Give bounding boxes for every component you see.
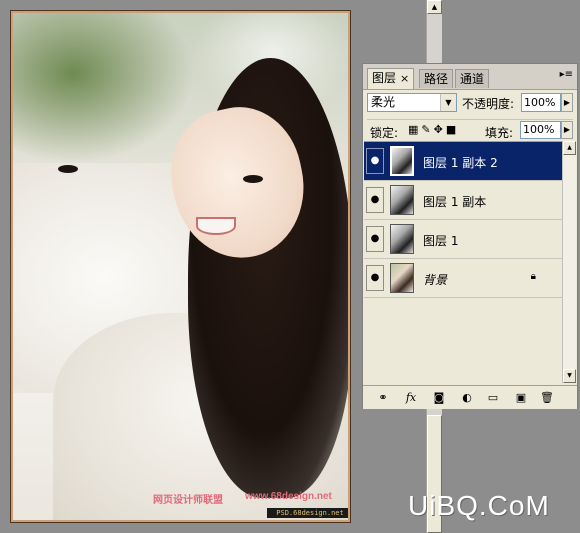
tab-label: 通道 xyxy=(460,72,485,86)
opacity-input[interactable]: 100% xyxy=(521,93,561,112)
layer-row[interactable]: ● 图层 1 xyxy=(364,220,562,259)
layer-name: 背景 xyxy=(423,273,448,287)
layer-thumbnail xyxy=(390,146,414,176)
scroll-up-button[interactable]: ▲ xyxy=(427,0,442,14)
layer-thumbnail xyxy=(390,185,414,215)
tab-label: 路径 xyxy=(424,72,449,86)
visibility-eye-icon[interactable]: ● xyxy=(366,265,384,291)
chevron-down-icon[interactable]: ▼ xyxy=(440,94,456,111)
adjustment-icon[interactable]: ◐ xyxy=(459,390,475,405)
layer-name: 图层 1 xyxy=(423,234,459,248)
new-layer-icon[interactable]: ▣ xyxy=(513,390,529,405)
layers-scrollbar[interactable]: ▲ ▼ xyxy=(562,141,576,383)
layer-name: 图层 1 副本 xyxy=(423,195,487,209)
mask-icon[interactable]: ◙ xyxy=(431,390,447,405)
tab-channels[interactable]: 通道 xyxy=(455,69,490,88)
tab-label: 图层 xyxy=(372,71,397,85)
blend-mode-value: 柔光 xyxy=(371,95,396,109)
layer-thumbnail xyxy=(390,224,414,254)
panel-menu-icon[interactable]: ▸≡ xyxy=(560,69,573,80)
layer-row[interactable]: ● 图层 1 副本 2 xyxy=(364,142,562,181)
layer-thumbnail xyxy=(390,263,414,293)
lock-label: 锁定: xyxy=(370,126,399,140)
layers-panel: 图层 × 路径 通道 ▸≡ 柔光 ▼ 不透明度: 100% ▶ 锁定: ▦✎✥■ … xyxy=(362,63,578,409)
photo-image: 网页设计师联盟 www.68design.net PSD.68design.ne… xyxy=(13,13,348,520)
photo-mouth xyxy=(196,217,236,235)
visibility-eye-icon[interactable]: ● xyxy=(366,226,384,252)
panel-tabbar: 图层 × 路径 通道 ▸≡ xyxy=(363,64,577,90)
opacity-slider-button[interactable]: ▶ xyxy=(561,93,573,112)
lock-icon: 🔒︎ xyxy=(530,271,536,282)
photo-eye-right xyxy=(243,175,263,183)
fill-label: 填充: xyxy=(485,126,514,140)
layer-name: 图层 1 副本 2 xyxy=(423,156,498,170)
layer-row[interactable]: ● 背景 🔒︎ xyxy=(364,259,562,298)
link-icon[interactable]: ⚭ xyxy=(375,390,391,405)
lock-move-icon[interactable]: ✥ xyxy=(434,123,446,136)
folder-icon[interactable]: ▭ xyxy=(485,390,501,405)
scroll-up-button[interactable]: ▲ xyxy=(563,141,576,155)
visibility-eye-icon[interactable]: ● xyxy=(366,148,384,174)
layers-toolbar: ⚭ fx ◙ ◐ ▭ ▣ 🗑︎ xyxy=(363,385,577,409)
fx-icon[interactable]: fx xyxy=(403,390,419,405)
visibility-eye-icon[interactable]: ● xyxy=(366,187,384,213)
photo-eye-left xyxy=(58,165,78,173)
layer-row[interactable]: ● 图层 1 副本 xyxy=(364,181,562,220)
fill-slider-button[interactable]: ▶ xyxy=(561,121,573,139)
blend-opacity-row: 柔光 ▼ 不透明度: 100% ▶ xyxy=(367,93,573,113)
opacity-label: 不透明度: xyxy=(462,97,515,111)
document-canvas[interactable]: 网页设计师联盟 www.68design.net PSD.68design.ne… xyxy=(10,10,351,523)
lock-fill-row: 锁定: ▦✎✥■ 填充: 100% ▶ xyxy=(367,119,573,143)
scroll-down-button[interactable]: ▼ xyxy=(563,369,576,383)
watermark-small: PSD.68design.net xyxy=(267,508,348,518)
tab-layers[interactable]: 图层 × xyxy=(367,68,415,89)
lock-options: ▦✎✥■ xyxy=(408,123,459,136)
watermark-url: www.68design.net xyxy=(245,491,332,502)
trash-icon[interactable]: 🗑︎ xyxy=(539,390,555,405)
close-icon[interactable]: × xyxy=(400,72,409,85)
fill-input[interactable]: 100% xyxy=(520,121,561,139)
layers-list: ● 图层 1 副本 2 ● 图层 1 副本 ● 图层 1 ● 背景 🔒︎ xyxy=(364,141,562,384)
lock-all-icon[interactable]: ■ xyxy=(446,123,459,136)
blend-mode-select[interactable]: 柔光 ▼ xyxy=(367,93,457,112)
site-logo: UiBQ.CoM xyxy=(408,490,550,521)
lock-transparency-icon[interactable]: ▦ xyxy=(408,123,421,136)
tab-paths[interactable]: 路径 xyxy=(419,69,454,88)
lock-paint-icon[interactable]: ✎ xyxy=(421,123,433,136)
watermark-text-cn: 网页设计师联盟 xyxy=(153,495,223,506)
